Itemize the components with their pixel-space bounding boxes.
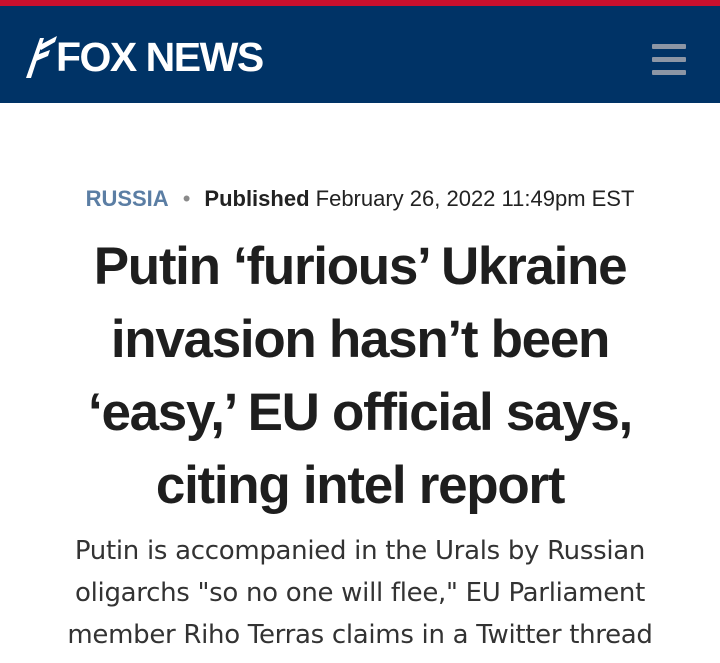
published-label: Published — [204, 186, 310, 211]
site-header: FOX NEWS — [0, 6, 720, 103]
category-link[interactable]: RUSSIA — [86, 186, 169, 211]
fox-news-logo-mark-icon — [26, 36, 57, 78]
published-date: February 26, 2022 11:49pm EST — [315, 186, 635, 211]
article-meta: RUSSIA • Published February 26, 2022 11:49… — [0, 182, 720, 216]
meta-separator: • — [182, 186, 191, 211]
article-subheadline: Putin is accompanied in the Urals by Rus… — [67, 536, 653, 650]
hamburger-menu-icon[interactable] — [646, 40, 690, 80]
article-headline: Putin ‘furious’ Ukraine invasion hasn’t … — [88, 237, 633, 515]
logo-wordmark: FOX NEWS — [56, 34, 264, 80]
fox-news-logo[interactable]: FOX NEWS — [24, 32, 264, 82]
